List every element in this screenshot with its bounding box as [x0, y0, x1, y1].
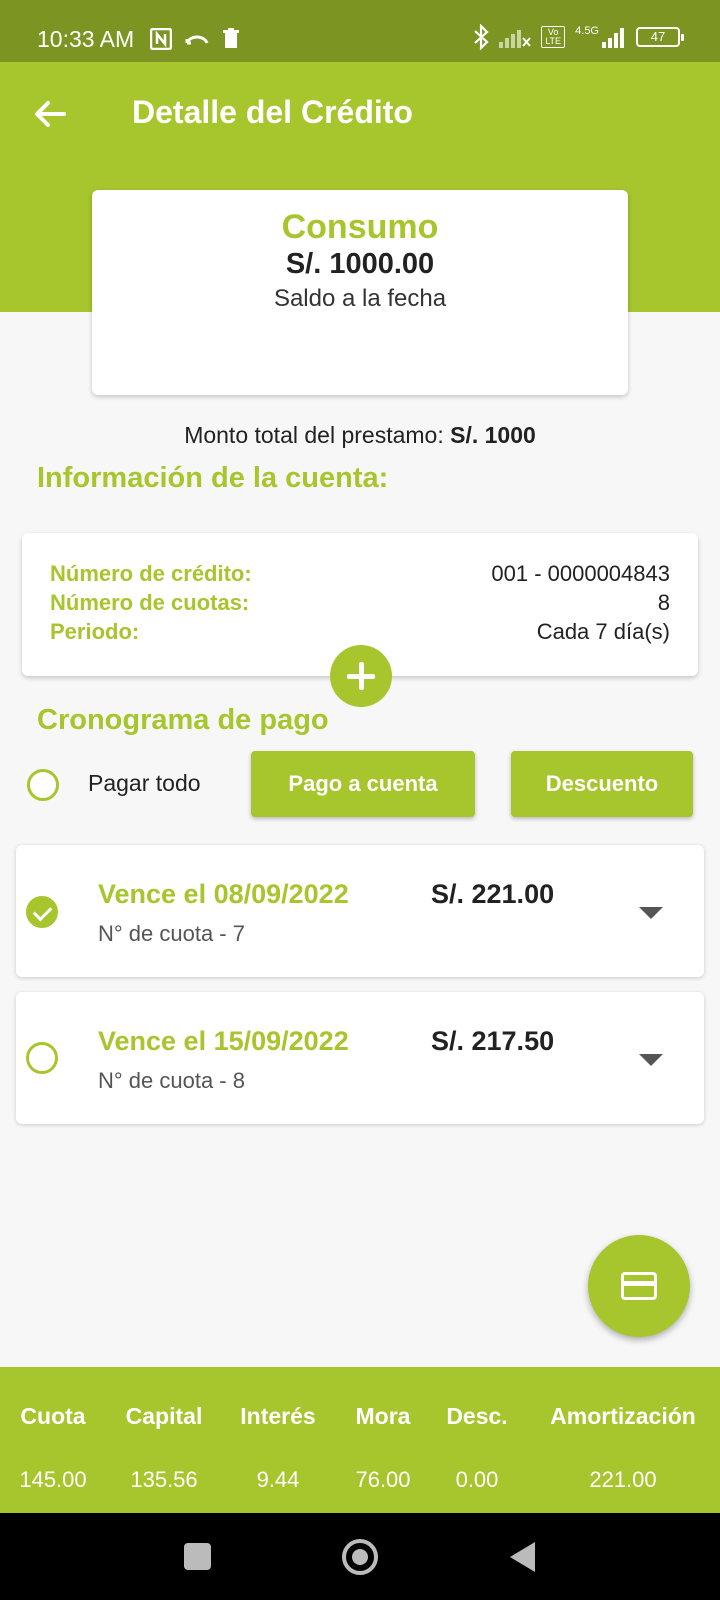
- pay-all-label: Pagar todo: [88, 770, 201, 796]
- signal-off-icon: [499, 30, 531, 48]
- installment-number: N° de cuota - 7: [98, 921, 245, 946]
- battery-icon: 47: [636, 27, 684, 47]
- account-info-title: Información de la cuenta:: [37, 462, 389, 494]
- recent-apps-icon[interactable]: [184, 1543, 211, 1570]
- installment-amount: S/. 221.00: [431, 879, 555, 909]
- system-nav-bar: [0, 1513, 720, 1600]
- info-label: Número de cuotas:: [50, 590, 250, 615]
- totals-value: 0.00: [455, 1467, 499, 1492]
- discount-label: Descuento: [545, 771, 659, 796]
- balance-caption: Saldo a la fecha: [273, 285, 447, 312]
- info-label: Periodo:: [50, 619, 140, 644]
- page-title: Detalle del Crédito: [132, 94, 413, 130]
- status-bar: 10:33 AM Vo LTE 4.5G 47: [0, 0, 720, 62]
- credit-card-icon: [621, 1272, 657, 1300]
- signal-4g-icon: 4.5G: [575, 26, 626, 48]
- pay-fab-button[interactable]: [588, 1235, 690, 1337]
- totals-header: Mora: [355, 1403, 411, 1429]
- info-row-installments: Número de cuotas: 8: [50, 590, 670, 616]
- trash-icon: [223, 28, 239, 48]
- status-notification-icons: [150, 28, 240, 50]
- info-row-credit-number: Número de crédito: 001 - 0000004843: [50, 561, 670, 587]
- installment-row[interactable]: Vence el 08/09/2022 N° de cuota - 7 S/. …: [16, 845, 704, 977]
- loan-total-label: Monto total del prestamo:: [184, 422, 444, 448]
- status-system-icons: Vo LTE 4.5G 47: [473, 24, 684, 50]
- chevron-down-icon[interactable]: [639, 907, 663, 919]
- battery-level: 47: [650, 29, 666, 44]
- pay-on-account-label: Pago a cuenta: [288, 771, 438, 796]
- plus-icon[interactable]: [330, 645, 392, 707]
- status-time: 10:33 AM: [37, 26, 135, 52]
- totals-value: 135.56: [130, 1467, 198, 1492]
- network-type-label: 4.5G: [575, 25, 599, 37]
- bluetooth-icon: [474, 24, 489, 50]
- info-value: Cada 7 día(s): [536, 619, 670, 644]
- missed-call-icon: [185, 35, 209, 45]
- installment-checkbox[interactable]: [26, 896, 58, 928]
- signal-bars-icon: [602, 28, 624, 48]
- schedule-title: Cronograma de pago: [37, 704, 329, 736]
- totals-value: 145.00: [19, 1467, 87, 1492]
- pay-on-account-button[interactable]: Pago a cuenta: [251, 751, 475, 817]
- totals-value: 76.00: [355, 1467, 411, 1492]
- pay-all-radio[interactable]: [27, 769, 59, 801]
- info-value: 001 - 0000004843: [491, 561, 670, 586]
- back-triangle-icon[interactable]: [510, 1542, 535, 1572]
- loan-total-value: S/. 1000: [450, 422, 536, 448]
- installment-row[interactable]: Vence el 15/09/2022 N° de cuota - 8 S/. …: [16, 992, 704, 1124]
- info-row-period: Periodo: Cada 7 día(s): [50, 619, 670, 645]
- installment-amount: S/. 217.50: [431, 1026, 555, 1056]
- totals-value: 9.44: [256, 1467, 300, 1492]
- installment-checkbox[interactable]: [26, 1042, 58, 1074]
- loan-total: Monto total del prestamo: S/. 1000: [0, 422, 720, 449]
- discount-button[interactable]: Descuento: [511, 751, 693, 817]
- credit-type: Consumo: [281, 208, 439, 246]
- totals-table: Cuota 145.00 Capital 135.56 Interés 9.44…: [0, 1367, 720, 1513]
- installment-number: N° de cuota - 8: [98, 1068, 245, 1093]
- home-icon[interactable]: [342, 1539, 378, 1575]
- balance-card: Consumo S/. 1000.00 Saldo a la fecha: [92, 190, 628, 395]
- info-label: Número de crédito:: [50, 561, 252, 586]
- chevron-down-icon[interactable]: [639, 1054, 663, 1066]
- installment-due-date: Vence el 15/09/2022: [98, 1026, 349, 1056]
- nfc-icon: [150, 28, 172, 50]
- totals-value: 221.00: [589, 1467, 657, 1492]
- arrow-left-icon[interactable]: [30, 94, 70, 134]
- totals-header: Capital: [125, 1403, 203, 1429]
- totals-header: Cuota: [20, 1403, 86, 1429]
- info-value: 8: [657, 590, 670, 615]
- totals-header: Amortización: [550, 1403, 696, 1429]
- totals-header: Desc.: [446, 1403, 508, 1429]
- volte-icon: Vo LTE: [541, 26, 566, 48]
- totals-header: Interés: [240, 1403, 316, 1429]
- installment-due-date: Vence el 08/09/2022: [98, 879, 349, 909]
- balance-amount: S/. 1000.00: [285, 248, 435, 280]
